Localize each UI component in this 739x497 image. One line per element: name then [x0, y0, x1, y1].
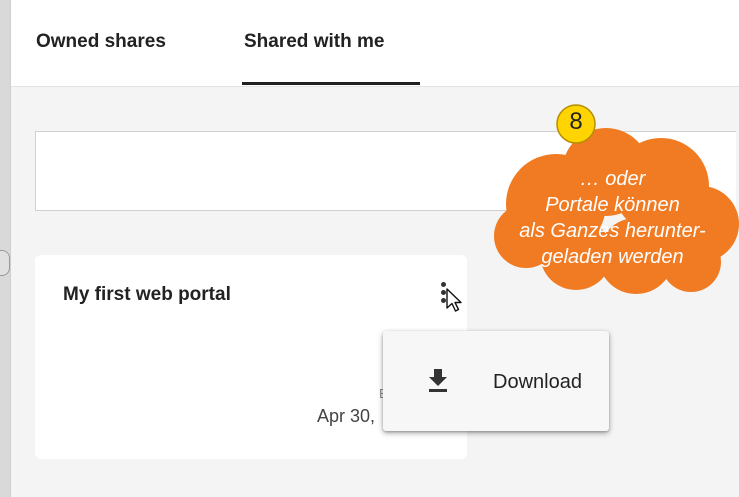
- callout-text: … oder Portale können als Ganzes herunte…: [486, 166, 739, 270]
- callout-line-2: Portale können: [545, 194, 680, 216]
- callout-line-3: als Ganzes herunter-: [519, 220, 706, 242]
- tab-bar: Owned shares Shared with me: [11, 0, 739, 87]
- ends-date: Apr 30,: [317, 406, 376, 426]
- download-icon: [429, 369, 447, 392]
- annotation-callout: 8 … oder Portale können als Ganzes herun…: [486, 94, 739, 299]
- context-menu: Download: [383, 331, 609, 431]
- left-edge-marker: [0, 250, 10, 276]
- mouse-pointer-icon: [446, 288, 462, 312]
- callout-line-1: … oder: [579, 168, 646, 190]
- active-tab-indicator: [242, 82, 420, 85]
- callout-line-4: geladen werden: [541, 246, 684, 268]
- portal-title: My first web portal: [63, 284, 231, 305]
- callout-number-badge: 8: [569, 108, 583, 135]
- download-menu-item[interactable]: Download: [383, 331, 609, 431]
- download-label: Download: [493, 371, 582, 393]
- tab-owned-shares[interactable]: Owned shares: [36, 31, 166, 53]
- tab-shared-with-me[interactable]: Shared with me: [244, 31, 384, 53]
